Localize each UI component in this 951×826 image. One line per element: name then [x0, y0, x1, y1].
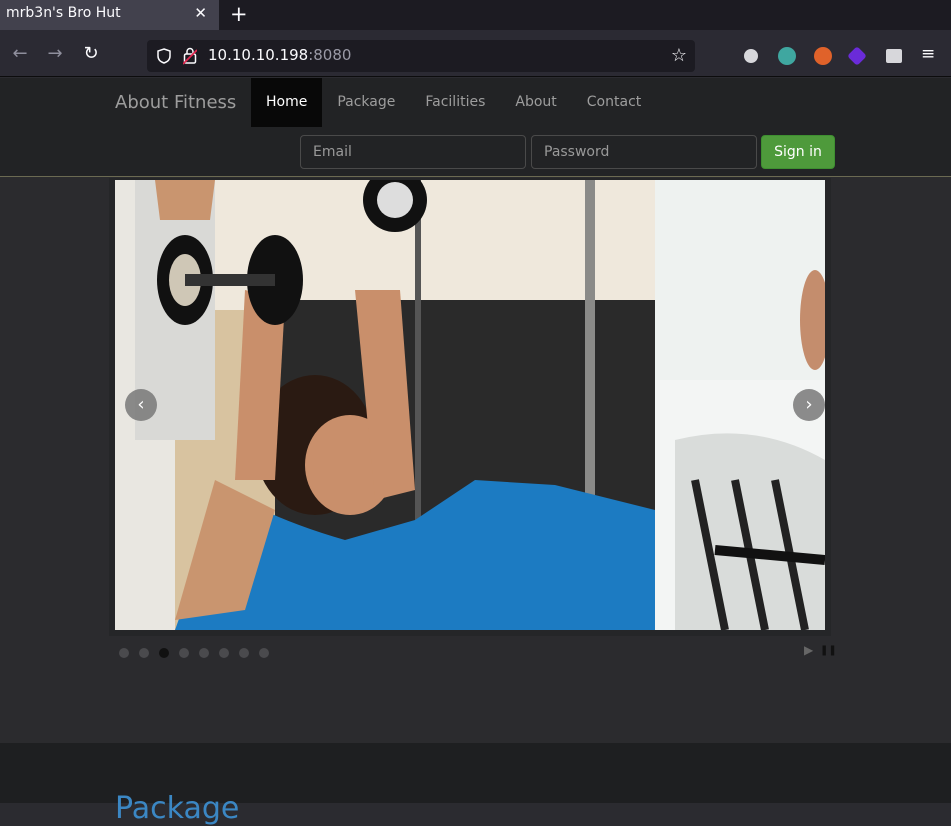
- nav-contact[interactable]: Contact: [572, 78, 656, 127]
- url-text[interactable]: 10.10.10.198:8080: [208, 46, 351, 64]
- nav-about[interactable]: About: [500, 78, 571, 127]
- site-navbar: About Fitness Home Package Facilities Ab…: [0, 78, 951, 177]
- slider-pagination: [119, 648, 269, 658]
- nav-facilities[interactable]: Facilities: [410, 78, 500, 127]
- container-extension-icon[interactable]: [886, 49, 902, 63]
- forward-button[interactable]: →: [41, 40, 69, 68]
- page: About Fitness Home Package Facilities Ab…: [0, 78, 951, 826]
- sign-in-button[interactable]: Sign in: [761, 135, 835, 169]
- site-menu: Home Package Facilities About Contact: [251, 78, 656, 127]
- privacy-extension-icon[interactable]: [778, 47, 796, 65]
- slider-dot-3[interactable]: [159, 648, 169, 658]
- package-section: Package: [0, 743, 951, 826]
- hamburger-menu-icon[interactable]: ≡: [921, 44, 935, 64]
- browser-toolbar: ← → ↻ 10.10.10.198:8080 ☆ ≡: [0, 30, 951, 77]
- slider-next-button[interactable]: ›: [793, 389, 825, 421]
- shield-icon[interactable]: [157, 48, 171, 64]
- image-slider: ‹ ›: [109, 178, 831, 636]
- slide-image: [115, 180, 825, 630]
- slider-dot-1[interactable]: [119, 648, 129, 658]
- slider-prev-button[interactable]: ‹: [125, 389, 157, 421]
- address-bar[interactable]: 10.10.10.198:8080 ☆: [147, 40, 695, 72]
- cookie-extension-icon[interactable]: [742, 47, 760, 65]
- wappalyzer-extension-icon[interactable]: [847, 46, 867, 66]
- fitness-photo: [115, 180, 825, 630]
- bookmark-star-icon[interactable]: ☆: [671, 45, 687, 66]
- slider-play-icon[interactable]: ▶: [804, 643, 813, 657]
- slider-pause-icon[interactable]: ❚❚: [820, 645, 837, 656]
- slider-dot-8[interactable]: [259, 648, 269, 658]
- section-heading: Package: [115, 791, 240, 826]
- tab-title: mrb3n's Bro Hut: [6, 5, 121, 21]
- fox-extension-icon[interactable]: [814, 47, 832, 65]
- insecure-lock-icon[interactable]: [183, 47, 197, 65]
- slider-dot-7[interactable]: [239, 648, 249, 658]
- new-tab-button[interactable]: +: [230, 2, 248, 26]
- site-brand[interactable]: About Fitness: [115, 92, 236, 113]
- reload-button[interactable]: ↻: [77, 40, 105, 68]
- back-button[interactable]: ←: [6, 40, 34, 68]
- slider-dot-5[interactable]: [199, 648, 209, 658]
- nav-home[interactable]: Home: [251, 78, 323, 127]
- slider-dot-4[interactable]: [179, 648, 189, 658]
- url-port: :8080: [308, 46, 352, 64]
- tab-bar: mrb3n's Bro Hut ✕ +: [0, 0, 951, 30]
- slider-dot-6[interactable]: [219, 648, 229, 658]
- url-host: 10.10.10.198: [208, 46, 309, 64]
- slider-dot-2[interactable]: [139, 648, 149, 658]
- nav-package[interactable]: Package: [322, 78, 410, 127]
- password-field[interactable]: Password: [531, 135, 757, 169]
- browser-tab[interactable]: mrb3n's Bro Hut ✕: [0, 0, 219, 30]
- email-field[interactable]: Email: [300, 135, 526, 169]
- close-tab-icon[interactable]: ✕: [194, 4, 207, 22]
